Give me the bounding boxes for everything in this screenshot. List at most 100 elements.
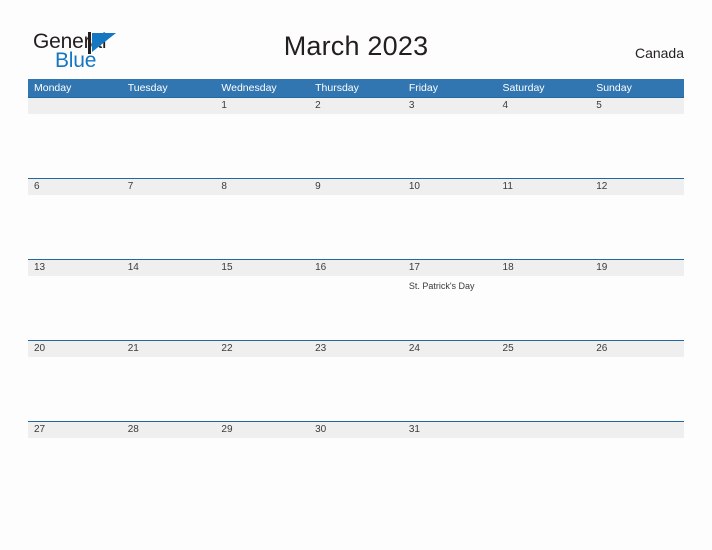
calendar-day-cell[interactable]: 15 <box>215 259 309 340</box>
calendar-day-cell[interactable] <box>497 421 591 502</box>
day-number: 21 <box>127 343 139 354</box>
calendar-day-cell[interactable] <box>122 97 216 178</box>
day-events <box>34 276 122 280</box>
day-number: 27 <box>34 424 46 435</box>
day-number: 7 <box>127 181 134 192</box>
calendar-day-cell[interactable]: 11 <box>497 178 591 259</box>
calendar-week-row: 6 7 8 9 10 11 12 <box>28 178 684 259</box>
day-number: 31 <box>408 424 420 435</box>
calendar-day-cell[interactable]: 24 <box>403 340 497 421</box>
calendar-day-cell[interactable]: 28 <box>122 421 216 502</box>
day-number: 13 <box>34 262 46 273</box>
day-number: 9 <box>315 181 321 192</box>
calendar-day-cell[interactable]: 5 <box>590 97 684 178</box>
day-number: 17 <box>408 262 420 273</box>
day-events <box>34 195 122 199</box>
calendar-day-cell[interactable]: 25 <box>497 340 591 421</box>
day-events <box>34 357 122 361</box>
day-events <box>503 357 591 361</box>
day-number: 30 <box>315 424 327 435</box>
calendar-day-cell[interactable]: 9 <box>309 178 403 259</box>
day-events <box>34 114 122 118</box>
calendar-day-cell[interactable]: 10 <box>403 178 497 259</box>
day-number: 23 <box>315 343 327 354</box>
region-label: Canada <box>634 45 684 61</box>
calendar-week-row: 1 2 3 4 5 <box>28 97 684 178</box>
page-title: March 2023 <box>283 31 429 61</box>
day-number <box>34 97 122 114</box>
day-events <box>128 276 216 280</box>
day-events <box>503 438 591 442</box>
calendar-day-cell[interactable]: 26 <box>590 340 684 421</box>
day-number: 16 <box>315 262 327 273</box>
day-number: 24 <box>408 343 420 354</box>
day-number: 26 <box>596 343 608 354</box>
calendar-weeks: 1 2 3 4 5 6 7 8 9 10 11 12 13 14 15 16 17 St. Patrick's D… <box>28 97 684 502</box>
day-number: 12 <box>596 181 608 192</box>
calendar-day-cell[interactable]: 7 <box>122 178 216 259</box>
calendar-day-cell[interactable]: 23 <box>309 340 403 421</box>
day-events <box>315 195 403 199</box>
day-number: 29 <box>221 424 233 435</box>
weekday-header-friday: Friday <box>408 82 438 94</box>
calendar-day-cell[interactable] <box>590 421 684 502</box>
day-events <box>596 114 684 118</box>
calendar-day-cell[interactable]: 29 <box>215 421 309 502</box>
day-events <box>128 438 216 442</box>
week-day-cells: 6 7 8 9 10 11 12 <box>28 178 684 259</box>
calendar-day-cell[interactable]: 4 <box>497 97 591 178</box>
calendar-day-cell[interactable]: 27 <box>28 421 122 502</box>
calendar-day-cell[interactable]: 21 <box>122 340 216 421</box>
day-events <box>315 357 403 361</box>
week-day-cells: 20 21 22 23 24 25 26 <box>28 340 684 421</box>
calendar-day-cell[interactable]: 14 <box>122 259 216 340</box>
calendar-day-cell[interactable]: 19 <box>590 259 684 340</box>
day-events <box>315 276 403 280</box>
day-number: 5 <box>596 100 602 111</box>
day-number: 18 <box>502 262 514 273</box>
day-events <box>596 276 684 280</box>
calendar-day-cell[interactable]: 20 <box>28 340 122 421</box>
day-events <box>128 357 216 361</box>
day-number: 22 <box>221 343 233 354</box>
week-day-cells: 13 14 15 16 17 St. Patrick's Day 18 19 <box>28 259 684 340</box>
day-number: 1 <box>221 100 227 111</box>
day-number: 4 <box>502 100 509 111</box>
week-day-cells: 1 2 3 4 5 <box>28 97 684 178</box>
day-number: 14 <box>127 262 139 273</box>
weekday-header-monday: Monday <box>34 82 72 94</box>
day-number: 6 <box>34 181 40 192</box>
weekday-header-sunday: Sunday <box>596 82 632 94</box>
day-number: 11 <box>502 181 513 192</box>
calendar-day-cell[interactable]: 3 <box>403 97 497 178</box>
calendar-day-cell[interactable]: 18 <box>497 259 591 340</box>
calendar-day-cell[interactable]: 30 <box>309 421 403 502</box>
calendar-week-row: 20 21 22 23 24 25 26 <box>28 340 684 421</box>
calendar-page: General Blue March 2023 Canada Monday Tu… <box>0 0 712 550</box>
calendar-day-cell[interactable]: 12 <box>590 178 684 259</box>
calendar-day-cell[interactable]: 22 <box>215 340 309 421</box>
calendar-week-row: 13 14 15 16 17 St. Patrick's Day 18 19 <box>28 259 684 340</box>
calendar-day-cell[interactable]: 31 <box>403 421 497 502</box>
day-number: 28 <box>127 424 139 435</box>
day-events <box>221 114 309 118</box>
day-number: 19 <box>596 262 608 273</box>
calendar-day-cell[interactable]: 13 <box>28 259 122 340</box>
calendar-day-cell[interactable] <box>28 97 122 178</box>
calendar-day-cell[interactable]: 16 <box>309 259 403 340</box>
day-events <box>409 195 497 199</box>
calendar-day-cell[interactable]: 8 <box>215 178 309 259</box>
calendar-day-cell[interactable]: 1 <box>215 97 309 178</box>
day-events <box>315 114 403 118</box>
calendar-day-cell[interactable]: 6 <box>28 178 122 259</box>
day-number: 3 <box>408 100 415 111</box>
calendar-grid: Monday Tuesday Wednesday Thursday Friday… <box>28 79 684 502</box>
day-events <box>409 438 497 442</box>
calendar-day-cell[interactable]: 2 <box>309 97 403 178</box>
day-number: 20 <box>34 343 46 354</box>
day-events <box>221 438 309 442</box>
weekday-header-wednesday: Wednesday <box>221 82 277 94</box>
day-number: 2 <box>315 100 321 111</box>
day-events <box>221 276 309 280</box>
calendar-day-cell[interactable]: 17 St. Patrick's Day <box>403 259 497 340</box>
